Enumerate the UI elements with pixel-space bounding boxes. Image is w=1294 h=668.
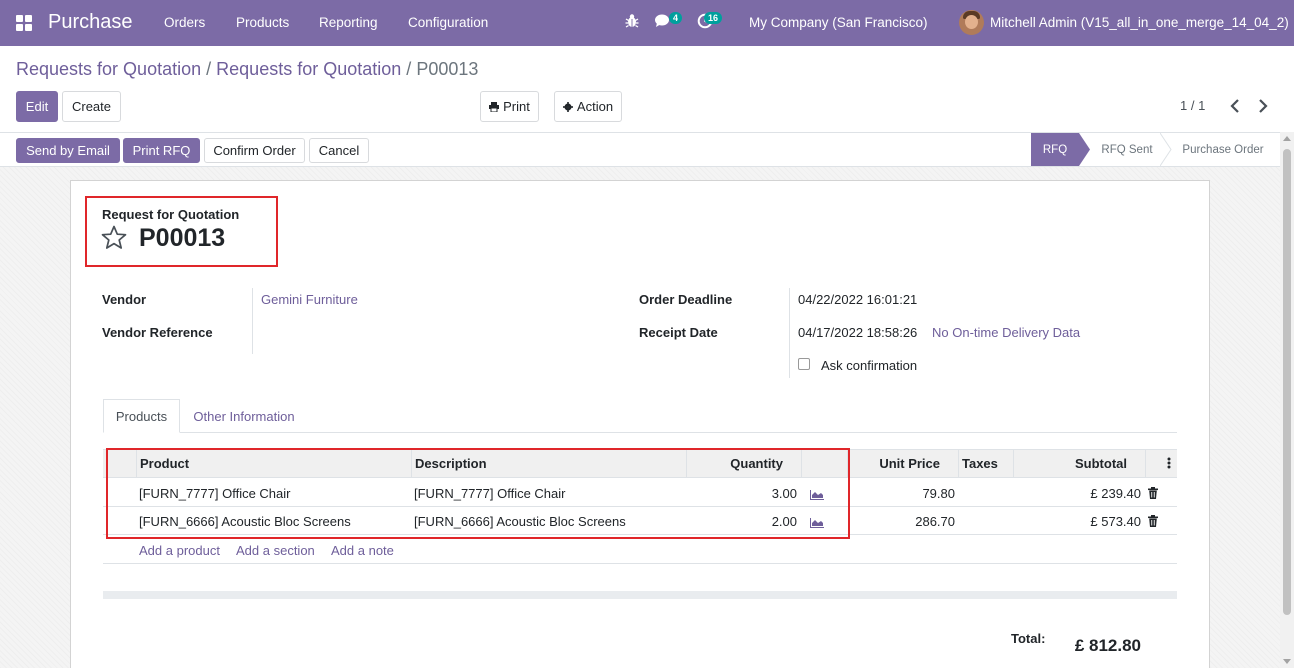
ontime-delivery-link[interactable]: No On-time Delivery Data — [932, 325, 1080, 340]
breadcrumb-rfq-1[interactable]: Requests for Quotation — [16, 59, 201, 79]
row2-subtotal: £ 573.40 — [1090, 514, 1141, 529]
vendor-field[interactable]: Gemini Furniture — [261, 292, 358, 307]
breadcrumb-current: P00013 — [416, 59, 479, 79]
total-amount: £ 812.80 — [1074, 636, 1141, 655]
ask-confirmation-checkbox[interactable] — [798, 358, 810, 370]
debug-bug-icon[interactable] — [625, 13, 639, 32]
add-product-link[interactable]: Add a product — [139, 543, 220, 558]
document-name: P00013 — [139, 224, 226, 252]
user-avatar[interactable] — [959, 10, 984, 35]
page-scrollbar[interactable] — [1280, 132, 1294, 668]
print-rfq-button[interactable]: Print RFQ — [123, 138, 200, 163]
action-label: Action — [576, 99, 614, 114]
header-unit-price[interactable]: Unit Price — [848, 449, 959, 478]
action-dropdown[interactable]: Action — [554, 91, 622, 122]
user-menu[interactable]: Mitchell Admin (V15_all_in_one_merge_14_… — [990, 15, 1289, 30]
send-by-email-button[interactable]: Send by Email — [16, 138, 120, 163]
chat-count-badge: 4 — [669, 12, 683, 24]
breadcrumb-rfq-2[interactable]: Requests for Quotation — [216, 59, 401, 79]
table-footer-bar — [103, 591, 1177, 599]
add-note-link[interactable]: Add a note — [331, 543, 394, 558]
company-switcher[interactable]: My Company (San Francisco) — [749, 15, 928, 30]
order-deadline-field[interactable]: 04/22/2022 16:01:21 — [798, 292, 917, 307]
row2-delete-icon[interactable] — [1148, 515, 1158, 527]
pager-previous-icon[interactable] — [1230, 99, 1240, 116]
stage-arrow — [1079, 133, 1090, 166]
field-divider — [789, 288, 790, 378]
header-subtotal[interactable]: Subtotal — [1014, 449, 1146, 478]
vendor-reference-label: Vendor Reference — [102, 325, 213, 340]
pager-value[interactable]: 1 / 1 — [1180, 98, 1205, 113]
row2-unit-price[interactable]: 286.70 — [860, 514, 955, 529]
field-divider — [252, 288, 253, 354]
receipt-date-field[interactable]: 04/17/2022 18:58:26 — [798, 325, 917, 340]
confirm-order-button[interactable]: Confirm Order — [204, 138, 305, 163]
create-button[interactable]: Create — [62, 91, 121, 122]
activity-count-badge: 16 — [704, 12, 723, 24]
print-label: Print — [503, 99, 530, 114]
stage-rfq: RFQ — [1031, 133, 1079, 166]
star-priority-icon[interactable] — [101, 225, 127, 253]
row1-subtotal: £ 239.40 — [1090, 486, 1141, 501]
receipt-date-label: Receipt Date — [639, 325, 718, 340]
vendor-label: Vendor — [102, 292, 147, 307]
app-brand[interactable]: Purchase — [48, 11, 133, 34]
row1-unit-price[interactable]: 79.80 — [860, 486, 955, 501]
cancel-button[interactable]: Cancel — [309, 138, 369, 163]
apps-menu-icon[interactable] — [16, 15, 32, 31]
stage-purchase-order[interactable]: Purchase Order — [1170, 133, 1276, 166]
gear-icon — [562, 101, 573, 112]
document-type-label: Request for Quotation — [102, 207, 240, 222]
menu-reporting[interactable]: Reporting — [319, 15, 378, 30]
form-statusbar: Send by Email Print RFQ Confirm Order Ca… — [0, 132, 1294, 167]
optional-columns-icon[interactable] — [1167, 456, 1171, 473]
stage-rfq-sent[interactable]: RFQ Sent — [1092, 133, 1162, 166]
header-taxes[interactable]: Taxes — [959, 449, 1014, 478]
top-navbar: Purchase Orders Products Reporting Confi… — [0, 0, 1294, 46]
print-dropdown[interactable]: Print — [480, 91, 539, 122]
print-icon — [489, 101, 500, 112]
menu-products[interactable]: Products — [236, 15, 289, 30]
menu-configuration[interactable]: Configuration — [408, 15, 488, 30]
row-divider — [103, 563, 1177, 564]
edit-button[interactable]: Edit — [16, 91, 58, 122]
breadcrumb-sep: / — [406, 59, 412, 79]
pager-next-icon[interactable] — [1258, 99, 1268, 116]
add-section-link[interactable]: Add a section — [236, 543, 315, 558]
tab-products[interactable]: Products — [103, 399, 180, 433]
breadcrumb: Requests for Quotation / Requests for Qu… — [16, 59, 478, 80]
tab-other-information[interactable]: Other Information — [184, 399, 304, 433]
breadcrumb-sep: / — [206, 59, 212, 79]
table-highlight-box — [106, 448, 850, 539]
ask-confirmation-label: Ask confirmation — [821, 358, 918, 373]
row1-delete-icon[interactable] — [1148, 487, 1158, 499]
order-deadline-label: Order Deadline — [639, 292, 733, 307]
menu-orders[interactable]: Orders — [164, 15, 205, 30]
